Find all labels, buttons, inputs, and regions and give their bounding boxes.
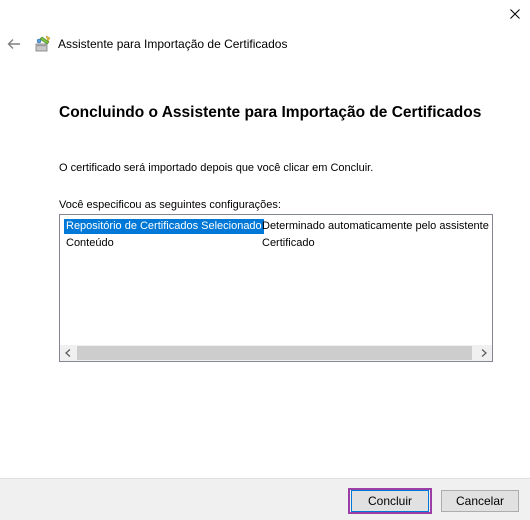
wizard-header: Assistente para Importação de Certificad…	[34, 34, 287, 54]
close-icon	[510, 9, 520, 19]
info-text: O certificado será importado depois que …	[59, 162, 374, 174]
certificate-wizard-icon	[35, 35, 51, 52]
close-button[interactable]	[500, 0, 530, 28]
horizontal-scrollbar[interactable]	[60, 345, 492, 361]
scroll-right-button[interactable]	[476, 345, 492, 361]
cancel-button[interactable]: Cancelar	[441, 490, 519, 512]
chevron-right-icon	[481, 349, 487, 357]
scroll-thumb[interactable]	[77, 346, 472, 360]
finish-button-highlight: Concluir	[348, 488, 432, 514]
chevron-left-icon	[65, 349, 71, 357]
setting-value: Determinado automaticamente pelo assiste…	[262, 220, 489, 232]
setting-name: Conteúdo	[66, 237, 114, 249]
settings-label: Você especificou as seguintes configuraç…	[59, 199, 281, 211]
finish-button[interactable]: Concluir	[351, 490, 429, 512]
settings-list[interactable]: Repositório de Certificados Selecionado …	[59, 214, 493, 362]
footer-bar: Concluir Cancelar	[0, 478, 530, 520]
import-wizard-window: Assistente para Importação de Certificad…	[0, 0, 530, 520]
scroll-left-button[interactable]	[60, 345, 76, 361]
setting-value: Certificado	[262, 237, 315, 249]
page-heading: Concluindo o Assistente para Importação …	[59, 104, 482, 121]
window-title: Assistente para Importação de Certificad…	[58, 37, 288, 51]
back-button[interactable]	[4, 34, 24, 54]
setting-name: Repositório de Certificados Selecionado	[64, 219, 264, 234]
back-arrow-icon	[7, 39, 20, 49]
